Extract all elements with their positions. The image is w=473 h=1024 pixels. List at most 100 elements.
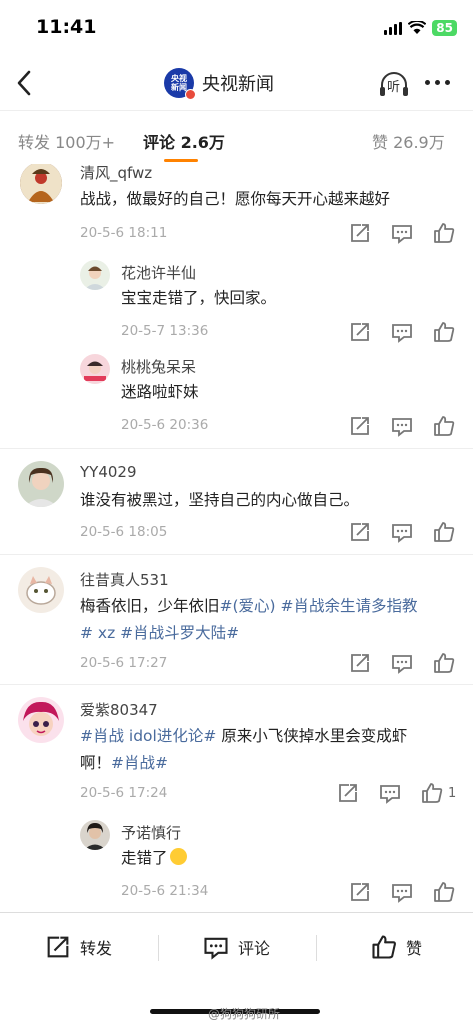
- repost-action[interactable]: [348, 520, 372, 544]
- share-icon: [339, 784, 357, 802]
- like-count: 1: [448, 786, 457, 801]
- comment-time: 20-5-6 18:11: [80, 225, 168, 241]
- reply-action[interactable]: [390, 414, 414, 438]
- share-icon: [351, 323, 369, 341]
- bottom-action-bar: 转发 评论 赞 @狗狗狗研所: [0, 912, 473, 1024]
- hashtag-link[interactable]: #(爱心) #肖战余生请多指教: [220, 597, 418, 615]
- comment-text-line-1: #肖战 idol进化论# 原来小飞侠掉水里会变成虾: [80, 723, 407, 750]
- like-action[interactable]: [432, 221, 456, 245]
- comment-icon: [392, 524, 412, 543]
- account-avatar[interactable]: 央视新闻: [164, 68, 196, 100]
- repost-action[interactable]: [348, 320, 372, 344]
- share-icon: [351, 523, 369, 541]
- comment-label: 评论: [238, 939, 271, 958]
- listen-button[interactable]: 听: [378, 70, 410, 98]
- comment-username[interactable]: YY4029: [80, 463, 137, 481]
- reply-username[interactable]: 桃桃兔呆呆: [121, 356, 196, 377]
- status-time: 11:41: [36, 16, 97, 38]
- repost-action[interactable]: [348, 880, 372, 904]
- like-action[interactable]: [432, 880, 456, 904]
- comment-icon: [204, 937, 228, 960]
- page-title: 央视新闻: [202, 74, 274, 95]
- avatar[interactable]: [18, 567, 64, 613]
- like-action[interactable]: [432, 520, 456, 544]
- verified-badge-icon: [185, 89, 196, 100]
- hashtag-link[interactable]: #肖战 idol进化论#: [80, 727, 216, 745]
- reply-action[interactable]: [390, 320, 414, 344]
- reply-text: 迷路啦虾妹: [121, 383, 199, 401]
- divider: [158, 935, 159, 961]
- back-button[interactable]: [10, 66, 40, 100]
- thumbs-up-icon: [434, 882, 455, 902]
- comment-text: 啊！: [80, 754, 112, 772]
- nav-bar: 央视新闻 央视新闻 听: [0, 56, 473, 110]
- comment-icon: [392, 655, 412, 674]
- reply-action[interactable]: [390, 520, 414, 544]
- like-action[interactable]: [432, 651, 456, 675]
- reply-time: 20-5-6 20:36: [121, 417, 209, 433]
- avatar[interactable]: [80, 260, 110, 290]
- avatar[interactable]: [18, 697, 64, 743]
- divider: [0, 448, 473, 449]
- share-icon: [351, 224, 369, 242]
- tab-bar: 转发 100万+ 评论 2.6万 赞 26.9万: [0, 110, 473, 164]
- reply-action[interactable]: [390, 221, 414, 245]
- comment-username[interactable]: 爱紫80347: [80, 699, 158, 720]
- divider: [0, 684, 473, 685]
- tab-comments[interactable]: 评论 2.6万: [143, 129, 225, 153]
- hashtag-link[interactable]: #肖战#: [111, 754, 168, 772]
- share-icon: [351, 654, 369, 672]
- reply-action[interactable]: [390, 880, 414, 904]
- comment-text: 谁没有被黑过，坚持自己的内心做自己。: [80, 491, 360, 509]
- comment-username[interactable]: 往昔真人531: [80, 569, 169, 590]
- wifi-icon: [408, 21, 427, 34]
- comment-icon: [392, 324, 412, 343]
- like-button[interactable]: 赞: [370, 933, 422, 961]
- comment-text: 梅香依旧，少年依旧: [80, 597, 220, 615]
- comment-feed[interactable]: 清风_qfwz 战战，做最好的自己！愿你每天开心越来越好 20-5-6 18:1…: [0, 164, 473, 910]
- reply-action[interactable]: [390, 651, 414, 675]
- comment-icon: [392, 884, 412, 903]
- battery-icon: 85: [432, 20, 457, 36]
- like-action[interactable]: [432, 414, 456, 438]
- repost-action[interactable]: [348, 651, 372, 675]
- reply-text: 宝宝走错了，快回家。: [121, 289, 277, 307]
- reply-username[interactable]: 予诺慎行: [121, 822, 181, 843]
- comment-text-line-2: 啊！#肖战#: [80, 750, 168, 777]
- comment-text-line-1: 梅香依旧，少年依旧#(爱心) #肖战余生请多指教: [80, 593, 418, 620]
- tab-repost[interactable]: 转发 100万+: [18, 129, 115, 153]
- avatar[interactable]: [80, 354, 110, 384]
- like-action[interactable]: [420, 781, 444, 805]
- thumbs-up-icon: [434, 322, 455, 342]
- like-action[interactable]: [432, 320, 456, 344]
- signal-icon: [384, 21, 403, 35]
- comment-time: 20-5-6 18:05: [80, 524, 168, 540]
- status-icons: 85: [384, 20, 457, 36]
- thumbs-up-icon: [434, 223, 455, 243]
- more-options-button[interactable]: [425, 80, 450, 85]
- reply-time: 20-5-6 21:34: [121, 883, 209, 899]
- divider: [0, 554, 473, 555]
- repost-action[interactable]: [336, 781, 360, 805]
- laughing-emoji-icon: [169, 848, 187, 865]
- reply-action[interactable]: [378, 781, 402, 805]
- avatar[interactable]: [18, 461, 64, 507]
- account-header[interactable]: 央视新闻 央视新闻: [164, 68, 274, 100]
- hashtag-link[interactable]: # xz #肖战斗罗大陆#: [80, 624, 239, 642]
- reply-time: 20-5-7 13:36: [121, 323, 209, 339]
- avatar[interactable]: [20, 164, 62, 204]
- comment-text: 战战，做最好的自己！愿你每天开心越来越好: [80, 190, 391, 208]
- divider: [316, 935, 317, 961]
- reply-username[interactable]: 花池许半仙: [121, 262, 196, 283]
- repost-action[interactable]: [348, 221, 372, 245]
- thumbs-up-icon: [434, 522, 455, 542]
- avatar[interactable]: [80, 820, 110, 850]
- tab-likes[interactable]: 赞 26.9万: [372, 129, 445, 153]
- repost-label: 转发: [80, 939, 113, 958]
- repost-action[interactable]: [348, 414, 372, 438]
- thumbs-up-icon: [372, 935, 396, 959]
- repost-button[interactable]: 转发: [44, 933, 112, 961]
- share-icon: [351, 417, 369, 435]
- comment-username[interactable]: 清风_qfwz: [80, 164, 152, 183]
- comment-button[interactable]: 评论: [202, 933, 270, 961]
